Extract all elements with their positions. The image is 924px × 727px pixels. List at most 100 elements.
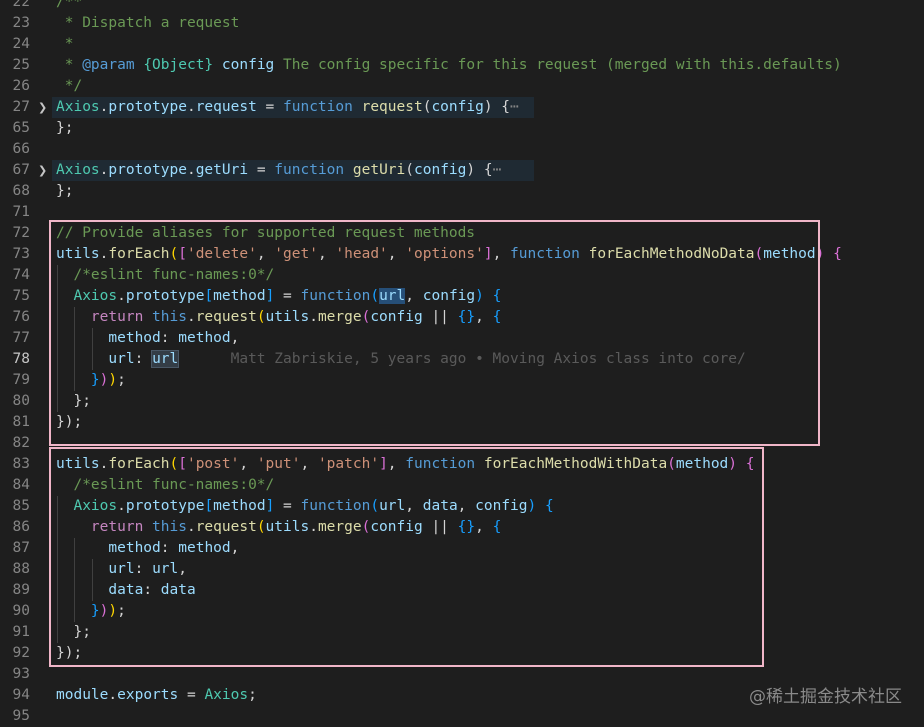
code-line[interactable]: 91 }; [0,622,924,643]
code-text[interactable]: method: method, [56,538,239,559]
code-token: ( [169,246,179,262]
code-token: method [213,288,266,304]
code-text[interactable]: }); [56,412,82,433]
code-token: method [108,540,161,556]
code-line[interactable]: 84 /*eslint func-names:0*/ [0,475,924,496]
code-text[interactable]: Axios.prototype[method] = function(url, … [56,286,501,307]
code-text[interactable]: * @param {Object} config The config spec… [56,55,842,76]
code-token: utils [265,309,310,325]
code-token: }; [73,393,91,409]
indent-guide [92,559,93,601]
code-line[interactable]: 83 utils.forEach(['post', 'put', 'patch']… [0,454,924,475]
code-line[interactable]: 82 [0,433,924,454]
code-line[interactable]: 23 * Dispatch a request [0,13,924,34]
code-line[interactable]: 81}); [0,412,924,433]
code-line[interactable]: 78 url: url Matt Zabriskie, 5 years ago … [0,349,924,370]
line-number: 86 [12,519,30,535]
code-token: request [195,309,257,325]
code-text[interactable]: }; [56,622,90,643]
code-line[interactable]: 77 method: method, [0,328,924,349]
code-line[interactable]: 85 Axios.prototype[method] = function(ur… [0,496,924,517]
line-number: 24 [12,36,30,52]
code-text[interactable]: }); [56,643,82,664]
code-line[interactable]: 27 ❯ Axios.prototype.request = function re… [0,97,924,118]
code-token: ) [728,456,738,472]
code-token: }; [56,120,74,136]
code-token: ; [117,372,126,388]
code-text[interactable]: Axios.prototype.getUri = function getUri… [56,160,501,181]
code-token: url [379,288,406,304]
code-line[interactable]: 75 Axios.prototype[method] = function(ur… [0,286,924,307]
code-text[interactable]: * Dispatch a request [56,13,240,34]
code-text[interactable]: module.exports = Axios; [56,685,257,706]
code-line[interactable]: 86 return this.request(utils.merge(confi… [0,517,924,538]
code-token: url [152,561,179,577]
code-token: ( [256,519,266,535]
code-token: method [675,456,729,472]
code-line[interactable]: 92}); [0,643,924,664]
code-text[interactable]: return this.request(utils.merge(config |… [56,517,501,538]
code-token: . [186,309,196,325]
code-text[interactable]: data: data [56,580,195,601]
code-text[interactable]: method: method, [56,328,239,349]
code-text[interactable]: Axios.prototype[method] = function(url, … [56,496,553,517]
code-token: , [230,540,240,556]
code-line[interactable]: 79 })); [0,370,924,391]
code-text[interactable]: return this.request(utils.merge(config |… [56,307,501,328]
code-line[interactable]: 66 [0,139,924,160]
code-token: . [309,309,318,325]
code-token: * [56,36,74,52]
code-token: { [745,456,755,472]
code-token: 'delete' [186,246,257,262]
code-text[interactable]: /** [56,0,82,13]
code-line[interactable]: 95 [0,706,924,727]
code-line[interactable]: 80 }; [0,391,924,412]
code-line[interactable]: 67 ❯ Axios.prototype.getUri = function get… [0,160,924,181]
code-text[interactable]: Axios.prototype.request = function reque… [56,97,519,118]
code-text[interactable]: })); [56,370,126,391]
code-token: 'options' [405,246,484,262]
code-line[interactable]: 88 url: url, [0,559,924,580]
code-text[interactable]: utils.forEach(['delete', 'get', 'head', … [56,244,842,265]
code-token: , [475,309,493,325]
code-token: , [405,498,423,514]
code-text[interactable]: utils.forEach(['post', 'put', 'patch'], … [56,454,755,475]
code-token: data [108,582,144,598]
code-line[interactable]: 90 })); [0,601,924,622]
code-line[interactable]: 74 /*eslint func-names:0*/ [0,265,924,286]
code-line[interactable]: 26 */ [0,76,924,97]
code-line[interactable]: 87 method: method, [0,538,924,559]
code-line[interactable]: 25 * @param {Object} config The config s… [0,55,924,76]
code-text[interactable]: })); [56,601,126,622]
code-text[interactable]: * [56,34,74,55]
code-token: , [475,519,493,535]
code-text[interactable]: /*eslint func-names:0*/ [56,475,274,496]
fold-chevron-icon[interactable]: ❯ [38,97,48,118]
code-line[interactable]: 89 data: data [0,580,924,601]
code-line[interactable]: 24 * [0,34,924,55]
code-line[interactable]: 76 return this.request(utils.merge(confi… [0,307,924,328]
code-line[interactable]: 72 // Provide aliases for supported reque… [0,223,924,244]
code-token: ) [475,288,484,304]
code-text[interactable]: url: url Matt Zabriskie, 5 years ago • M… [56,349,746,370]
code-line[interactable]: 73 utils.forEach(['delete', 'get', 'head'… [0,244,924,265]
code-token: utils [56,456,100,472]
code-token: || [422,519,458,535]
code-text[interactable]: }; [56,118,73,139]
code-text[interactable]: // Provide aliases for supported request… [56,223,475,244]
code-line[interactable]: 22 /** [0,0,924,13]
code-text[interactable]: url: url, [56,559,187,580]
code-text[interactable]: }; [56,181,73,202]
line-number: 81 [12,414,30,430]
code-text[interactable]: }; [56,391,91,412]
code-line[interactable]: 65}; [0,118,924,139]
fold-chevron-icon[interactable]: ❯ [38,160,48,181]
code-text[interactable]: /*eslint func-names:0*/ [56,265,274,286]
code-line[interactable]: 68}; [0,181,924,202]
code-text[interactable]: */ [56,76,82,97]
code-line[interactable]: 71 [0,202,924,223]
line-number: 75 [12,288,30,304]
code-token: request [195,519,257,535]
